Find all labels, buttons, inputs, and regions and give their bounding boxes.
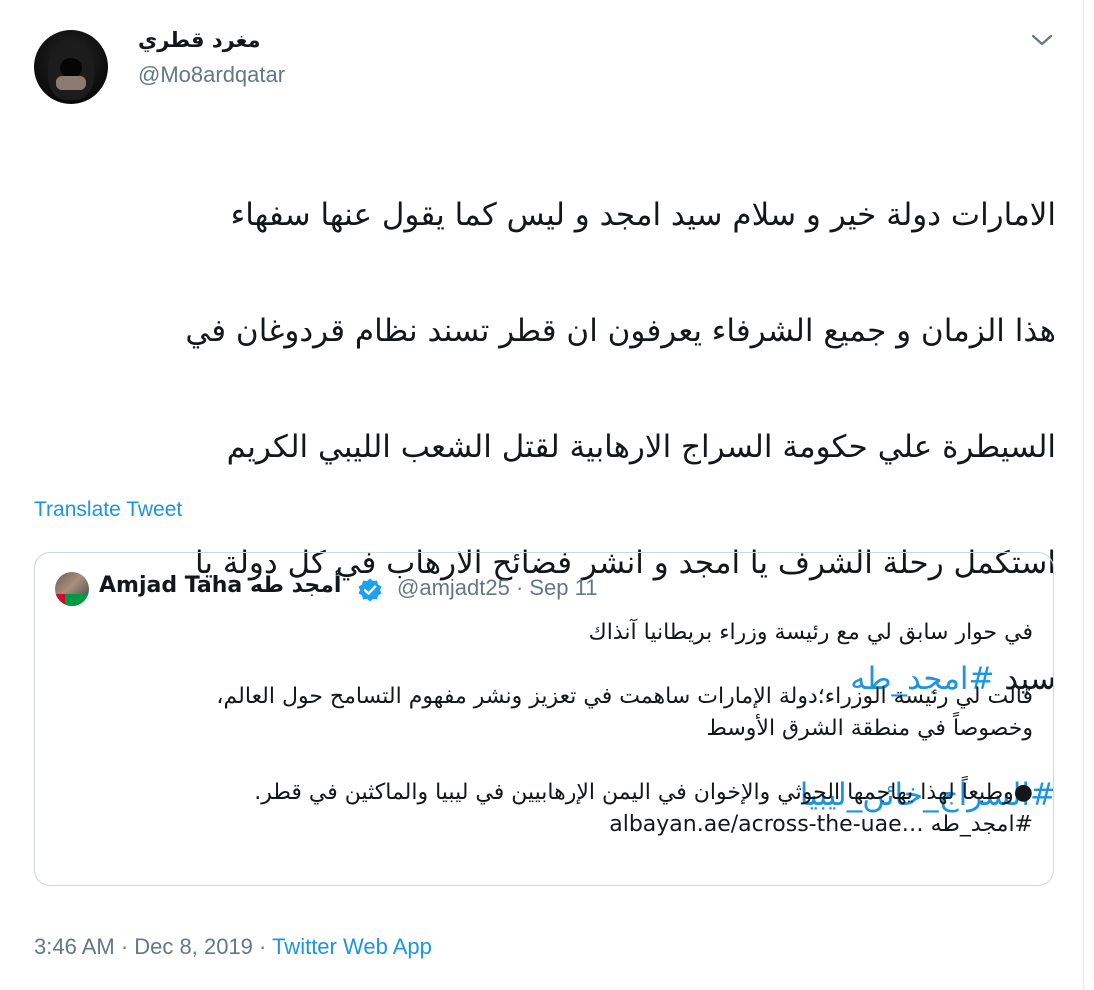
tweet-time[interactable]: 3:46 AM bbox=[34, 934, 115, 959]
verified-badge-icon bbox=[357, 577, 383, 603]
translate-tweet-link[interactable]: Translate Tweet bbox=[34, 498, 182, 522]
tweet-card: مغرد قطري @Mo8ardqatar الامارات دولة خير… bbox=[0, 0, 1084, 990]
author-handle[interactable]: @Mo8ardqatar bbox=[138, 62, 285, 88]
tweet-text-line: الامارات دولة خير و سلام سيد امجد و ليس … bbox=[230, 197, 1056, 233]
quoted-text-line: ●وطبعاً لهذا يهاجمها الحوثي والإخوان في … bbox=[254, 780, 1033, 805]
tweet-source-link[interactable]: Twitter Web App bbox=[272, 934, 432, 959]
quoted-handle-date: @amjadt25 · Sep 11 bbox=[397, 575, 598, 600]
tweet-text-line: هذا الزمان و جميع الشرفاء يعرفون ان قطر … bbox=[185, 313, 1056, 349]
quoted-tweet[interactable]: Amjad Taha أمجد طه @amjadt25 · Sep 11 في… bbox=[34, 552, 1054, 886]
author-avatar[interactable] bbox=[34, 30, 108, 104]
tweet-text-line: السيطرة علي حكومة السراج الارهابية لقتل … bbox=[226, 429, 1056, 465]
quoted-text-line: قالت لي رئيسة الوزراء؛دولة الإمارات ساهم… bbox=[216, 684, 1033, 709]
quoted-author-avatar[interactable] bbox=[55, 572, 89, 606]
chevron-down-icon[interactable] bbox=[1028, 28, 1056, 52]
author-display-name[interactable]: مغرد قطري bbox=[138, 28, 261, 52]
quoted-text-line: وخصوصاً في منطقة الشرق الأوسط bbox=[706, 716, 1033, 741]
quoted-text-line: #امجد_طه …albayan.ae/across-the-uae bbox=[609, 812, 1033, 837]
separator-dot: · bbox=[114, 934, 135, 959]
separator-dot: · bbox=[252, 934, 273, 959]
quoted-tweet-text: في حوار سابق لي مع رئيسة وزراء بريطانيا … bbox=[55, 617, 1033, 841]
quoted-text-line: في حوار سابق لي مع رئيسة وزراء بريطانيا … bbox=[588, 620, 1033, 645]
tweet-date[interactable]: Dec 8, 2019 bbox=[134, 934, 253, 959]
tweet-metadata: 3:46 AM · Dec 8, 2019 · Twitter Web App bbox=[34, 934, 432, 960]
quoted-author-display-name[interactable]: Amjad Taha أمجد طه bbox=[99, 573, 341, 598]
